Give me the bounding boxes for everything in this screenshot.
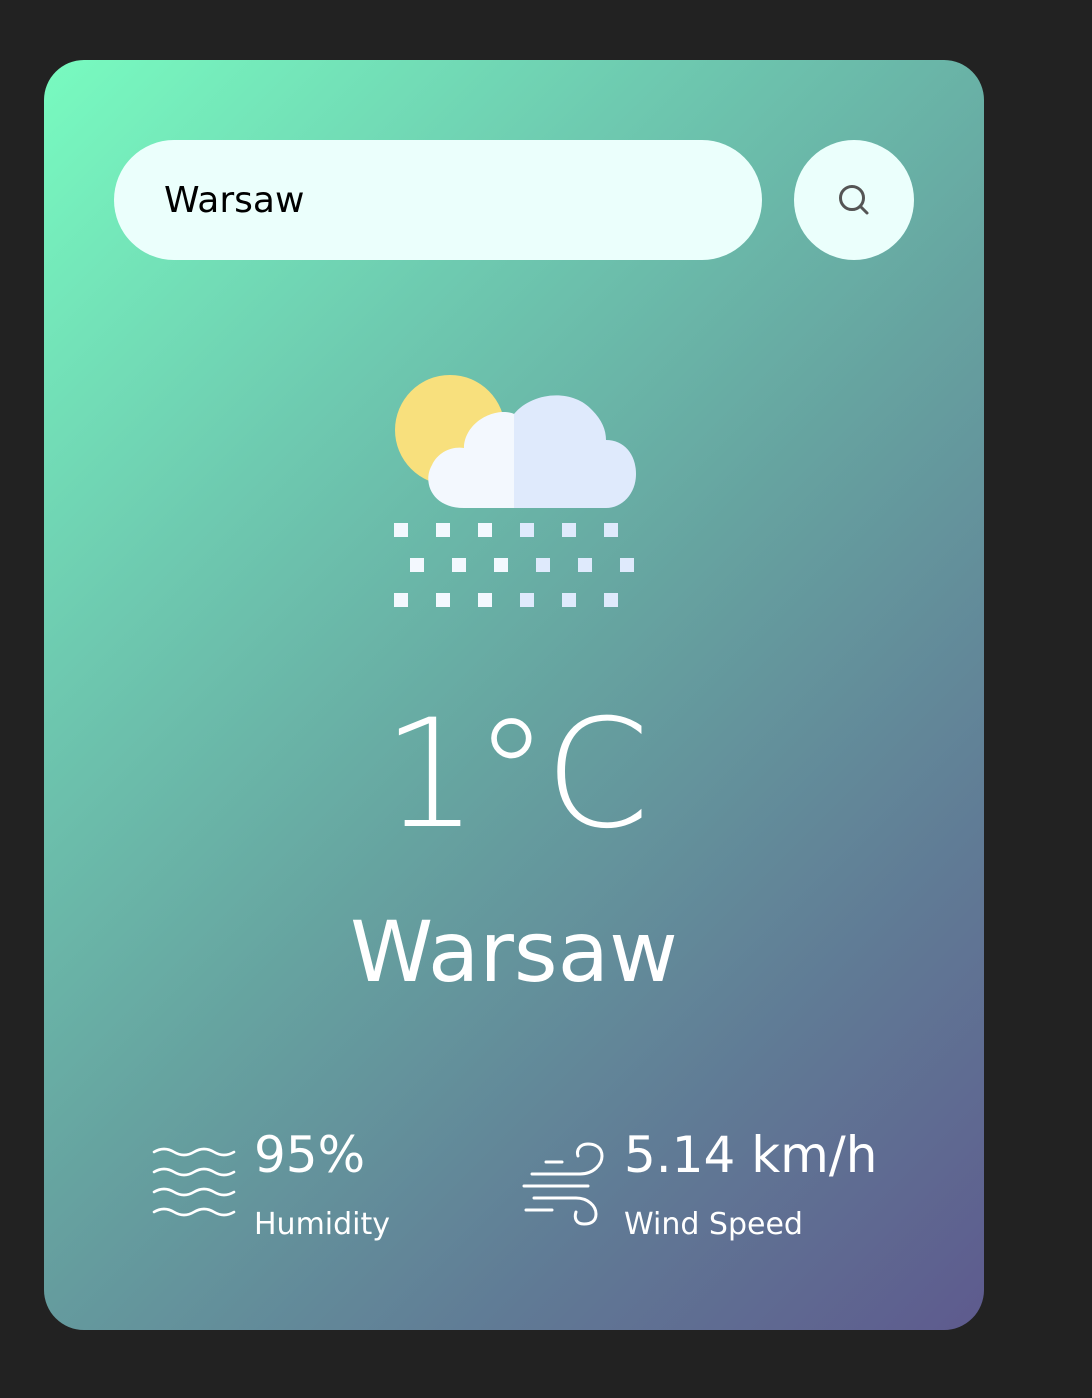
wind-icon [522, 1142, 604, 1226]
search-icon [839, 185, 869, 215]
wind-speed-label: Wind Speed [624, 1207, 803, 1242]
humidity-waves-icon [152, 1147, 236, 1217]
search-bar [114, 140, 914, 260]
wind-speed-value: 5.14 km/h [624, 1126, 878, 1184]
snow-flakes [394, 523, 634, 607]
weather-card: 1°C Warsaw 95% Humidity [44, 60, 984, 1330]
humidity-value: 95% [254, 1126, 366, 1184]
search-button[interactable] [794, 140, 914, 260]
sun-cloud-snow-icon [394, 375, 636, 607]
search-input[interactable] [114, 140, 762, 260]
temperature: 1°C [382, 688, 649, 862]
weather-details: 95% Humidity 5.14 km/h Wind Speed [152, 1130, 912, 1250]
city-name: Warsaw [350, 903, 678, 1001]
humidity-label: Humidity [254, 1207, 391, 1242]
